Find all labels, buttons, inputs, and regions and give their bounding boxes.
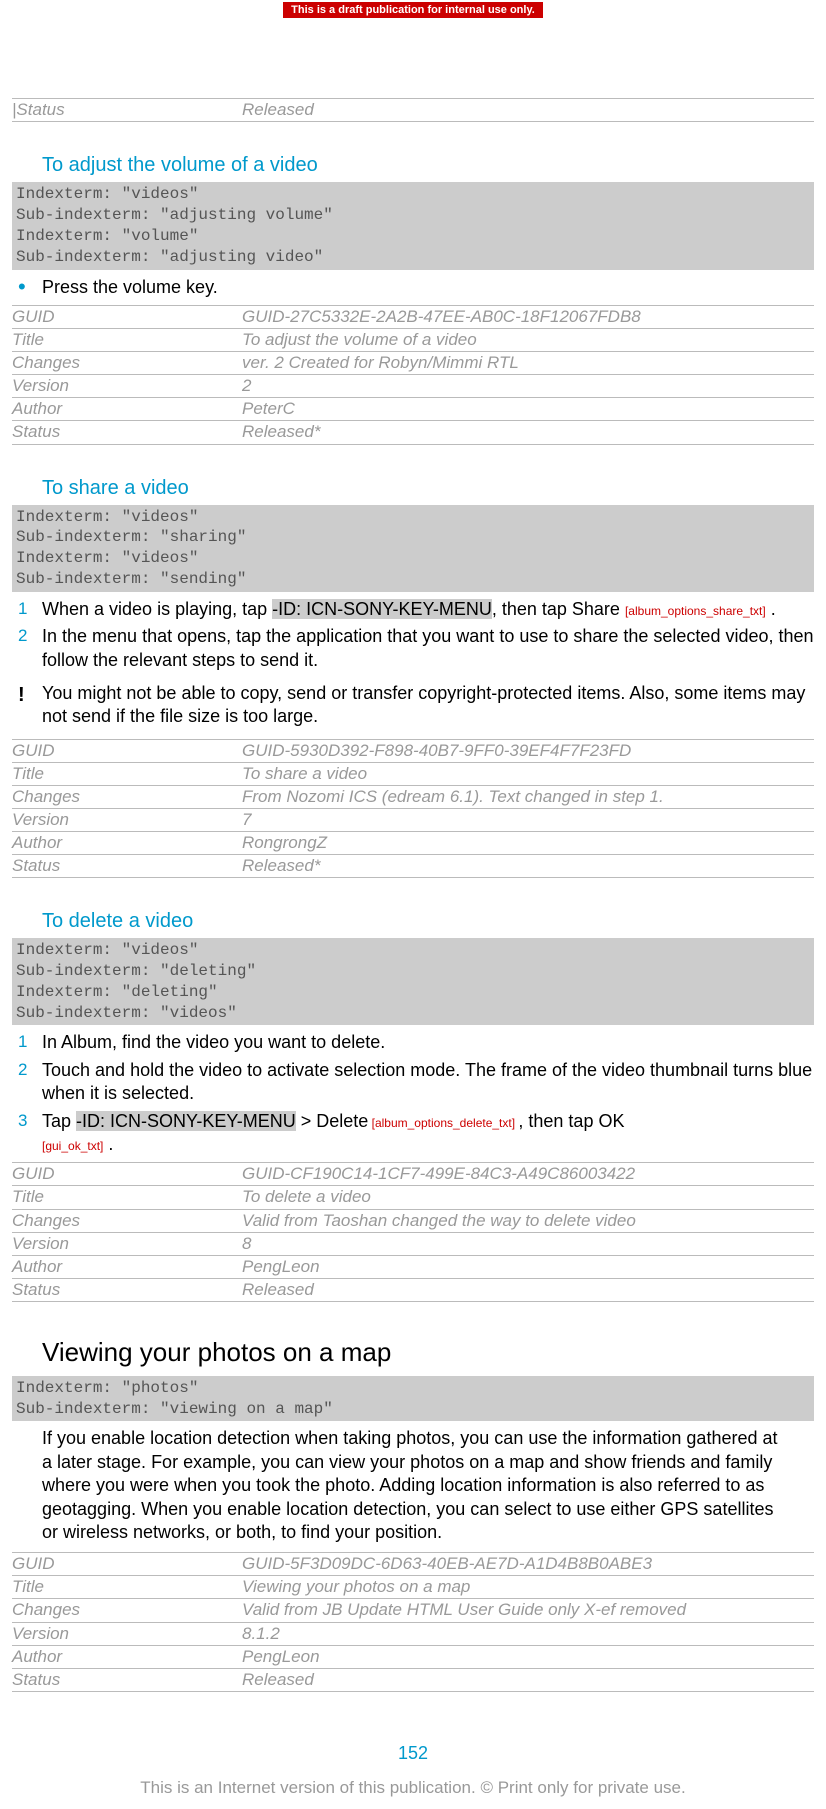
meta-label: GUID xyxy=(12,739,242,762)
step-text: In Album, find the video you want to del… xyxy=(42,1031,385,1054)
meta-label: Title xyxy=(12,329,242,352)
meta-label: Status xyxy=(12,421,242,444)
note-text: You might not be able to copy, send or t… xyxy=(42,682,814,729)
bullet-icon: • xyxy=(18,276,42,298)
meta-table-top: |StatusReleased xyxy=(12,98,814,122)
step-text: In the menu that opens, tap the applicat… xyxy=(42,625,814,672)
meta-label: Version xyxy=(12,1622,242,1645)
meta-label: Changes xyxy=(12,1599,242,1622)
share-label: Share xyxy=(572,599,620,619)
meta-label: Title xyxy=(12,1576,242,1599)
body-paragraph: If you enable location detection when ta… xyxy=(42,1427,784,1544)
meta-value: 8.1.2 xyxy=(242,1622,814,1645)
meta-value: 7 xyxy=(242,808,814,831)
footer-copyright: This is an Internet version of this publ… xyxy=(12,1777,814,1799)
key-menu-highlight: -ID: ICN-SONY-KEY-MENU xyxy=(76,1111,296,1131)
step-text: Touch and hold the video to activate sel… xyxy=(42,1059,814,1106)
meta-label: Changes xyxy=(12,785,242,808)
meta-value: To share a video xyxy=(242,762,814,785)
meta-value: To adjust the volume of a video xyxy=(242,329,814,352)
heading-photos-map: Viewing your photos on a map xyxy=(42,1336,814,1370)
meta-label: Changes xyxy=(12,352,242,375)
meta-value: GUID-5930D392-F898-40B7-9FF0-39EF4F7F23F… xyxy=(242,739,814,762)
text: When a video is playing, tap xyxy=(42,599,272,619)
meta-label: Status xyxy=(12,1278,242,1301)
meta-value: GUID-CF190C14-1CF7-499E-84C3-A49C8600342… xyxy=(242,1163,814,1186)
indexterm-block: Indexterm: "videos" Sub-indexterm: "dele… xyxy=(12,938,814,1025)
meta-value: GUID-5F3D09DC-6D63-40EB-AE7D-A1D4B8B0ABE… xyxy=(242,1553,814,1576)
meta-value: To delete a video xyxy=(242,1186,814,1209)
meta-value: Released* xyxy=(242,421,814,444)
info-icon: ! xyxy=(18,682,42,708)
meta-table-sec1: GUIDGUID-27C5332E-2A2B-47EE-AB0C-18F1206… xyxy=(12,305,814,445)
meta-label: Status xyxy=(12,1668,242,1691)
step-text: Tap -ID: ICN-SONY-KEY-MENU > Delete [alb… xyxy=(42,1110,624,1157)
meta-label: GUID xyxy=(12,305,242,328)
ref-gui-ok: [gui_ok_txt] xyxy=(42,1139,103,1153)
indexterm-block: Indexterm: "videos" Sub-indexterm: "shar… xyxy=(12,505,814,592)
meta-value: From Nozomi ICS (edream 6.1). Text chang… xyxy=(242,785,814,808)
meta-value: Viewing your photos on a map xyxy=(242,1576,814,1599)
meta-label: Changes xyxy=(12,1209,242,1232)
step-number: 2 xyxy=(18,625,42,647)
step-number: 3 xyxy=(18,1110,42,1132)
meta-value: 8 xyxy=(242,1232,814,1255)
meta-label: Status xyxy=(16,100,64,119)
text: . xyxy=(103,1134,113,1154)
meta-label: Version xyxy=(12,808,242,831)
text: . xyxy=(766,599,776,619)
meta-value: Released xyxy=(242,99,814,122)
heading-adjust-volume: To adjust the volume of a video xyxy=(42,152,814,178)
delete-label: Delete xyxy=(316,1111,368,1131)
meta-label: Author xyxy=(12,398,242,421)
step-number: 1 xyxy=(18,598,42,620)
text: , then tap xyxy=(518,1111,598,1131)
ref-album-delete: [album_options_delete_txt] xyxy=(368,1116,518,1130)
meta-label: Title xyxy=(12,1186,242,1209)
meta-value: Released* xyxy=(242,855,814,878)
meta-label: Author xyxy=(12,1255,242,1278)
indexterm-block: Indexterm: "videos" Sub-indexterm: "adju… xyxy=(12,182,814,269)
gt-separator: > xyxy=(296,1111,317,1131)
text: Tap xyxy=(42,1111,76,1131)
step-text: When a video is playing, tap -ID: ICN-SO… xyxy=(42,598,776,621)
draft-banner: This is a draft publication for internal… xyxy=(283,2,543,18)
meta-table-sec4: GUIDGUID-5F3D09DC-6D63-40EB-AE7D-A1D4B8B… xyxy=(12,1552,814,1692)
meta-table-sec2: GUIDGUID-5930D392-F898-40B7-9FF0-39EF4F7… xyxy=(12,739,814,879)
page-number: 152 xyxy=(12,1742,814,1765)
indexterm-block: Indexterm: "photos" Sub-indexterm: "view… xyxy=(12,1376,814,1422)
meta-value: RongrongZ xyxy=(242,832,814,855)
meta-label: Author xyxy=(12,1645,242,1668)
meta-label: Author xyxy=(12,832,242,855)
meta-value: Valid from Taoshan changed the way to de… xyxy=(242,1209,814,1232)
meta-table-sec3: GUIDGUID-CF190C14-1CF7-499E-84C3-A49C860… xyxy=(12,1162,814,1302)
meta-label: Status xyxy=(12,855,242,878)
ok-label: OK xyxy=(598,1111,624,1131)
meta-label: GUID xyxy=(12,1163,242,1186)
meta-value: Released xyxy=(242,1668,814,1691)
meta-value: ver. 2 Created for Robyn/Mimmi RTL xyxy=(242,352,814,375)
meta-label: Version xyxy=(12,375,242,398)
text: , then tap xyxy=(492,599,572,619)
ref-album-share: [album_options_share_txt] xyxy=(625,604,766,618)
heading-delete-video: To delete a video xyxy=(42,908,814,934)
step-text: Press the volume key. xyxy=(42,276,218,299)
meta-value: Valid from JB Update HTML User Guide onl… xyxy=(242,1599,814,1622)
step-number: 1 xyxy=(18,1031,42,1053)
meta-value: Released xyxy=(242,1278,814,1301)
meta-value: PengLeon xyxy=(242,1255,814,1278)
meta-value: GUID-27C5332E-2A2B-47EE-AB0C-18F12067FDB… xyxy=(242,305,814,328)
meta-value: PengLeon xyxy=(242,1645,814,1668)
meta-label: Version xyxy=(12,1232,242,1255)
meta-value: 2 xyxy=(242,375,814,398)
meta-value: PeterC xyxy=(242,398,814,421)
step-number: 2 xyxy=(18,1059,42,1081)
heading-share-video: To share a video xyxy=(42,475,814,501)
key-menu-highlight: -ID: ICN-SONY-KEY-MENU xyxy=(272,599,492,619)
meta-label: GUID xyxy=(12,1553,242,1576)
meta-label: Title xyxy=(12,762,242,785)
